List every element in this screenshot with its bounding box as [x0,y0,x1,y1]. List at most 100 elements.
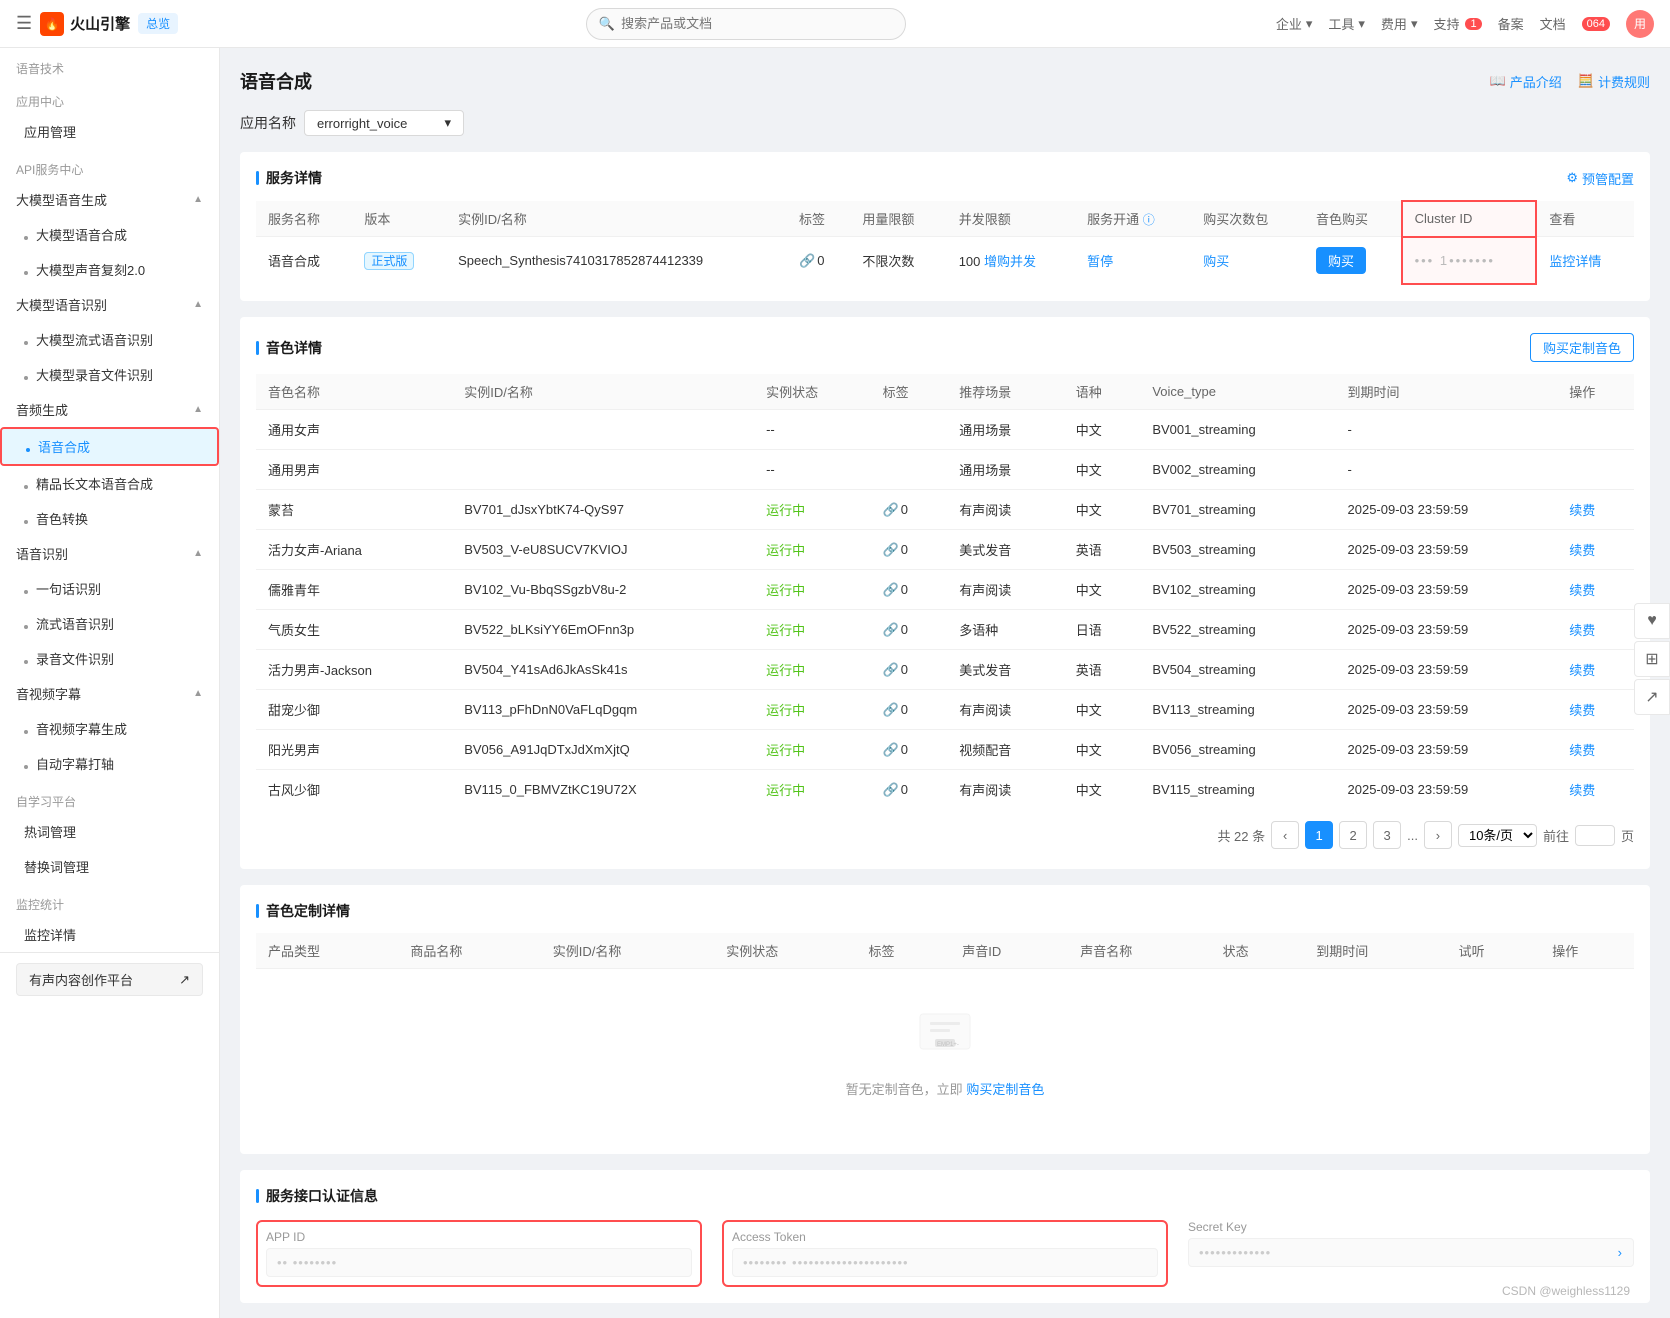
breadcrumb-tag[interactable]: 总览 [138,13,178,34]
view-monitor-link[interactable]: 监控详情 [1549,254,1601,269]
search-bar[interactable]: 🔍 [586,8,906,40]
user-avatar[interactable]: 用 [1626,10,1654,38]
app-name-select[interactable]: errorright_voice ▾ [304,110,464,136]
floating-btn-external[interactable]: ↗ [1634,679,1670,715]
renew-link[interactable]: 续费 [1569,503,1595,518]
svg-text:EMP1+-: EMP1+- [937,1042,959,1048]
td-voice-op: 续费 [1557,650,1634,690]
td-voice-op: 续费 [1557,490,1634,530]
sidebar-item-auto-subtitle[interactable]: 自动字幕打轴 [0,746,219,781]
sidebar-app-center: 应用中心 [0,81,219,114]
voice-section-header: 音色详情 购买定制音色 [256,333,1634,362]
sidebar-group-subtitles[interactable]: 音视频字幕 ▲ [0,676,219,711]
access-token-label: Access Token [732,1230,1158,1244]
th-custom-op: 操作 [1540,933,1634,969]
th-label: 标签 [787,201,850,237]
floating-btn-heart[interactable]: ♥ [1634,603,1670,639]
page-btn-3[interactable]: 3 [1373,821,1401,849]
td-voice-expiry: 2025-09-03 23:59:59 [1336,610,1558,650]
td-voice-label: 🔗0 [871,490,948,530]
renew-link[interactable]: 续费 [1569,543,1595,558]
td-voice-instance: BV102_Vu-BbqSSgzbV8u-2 [452,570,754,610]
sidebar-item-large-model-clone[interactable]: 大模型声音复刻2.0 [0,252,219,287]
search-input[interactable] [621,16,893,31]
td-voice-instance [452,410,754,450]
product-intro-link[interactable]: 📖 产品介绍 [1490,72,1562,91]
sidebar-item-file-asr[interactable]: 大模型录音文件识别 [0,357,219,392]
support-badge: 1 [1465,18,1481,30]
renew-link[interactable]: 续费 [1569,623,1595,638]
hamburger-icon[interactable]: ☰ [16,13,32,34]
sidebar-item-long-text-tts[interactable]: 精品长文本语音合成 [0,466,219,501]
sidebar-item-stream-asr[interactable]: 大模型流式语音识别 [0,322,219,357]
preview-config-btn[interactable]: ⚙ 预管配置 [1566,169,1634,188]
sidebar-item-stream-recog[interactable]: 流式语音识别 [0,606,219,641]
nav-billing[interactable]: 费用▾ [1381,14,1418,33]
td-voice-op: 续费 [1557,730,1634,770]
sidebar-item-hotword[interactable]: 热词管理 [0,814,219,849]
nav-docs[interactable]: 文档 [1540,14,1566,33]
notification-badge[interactable]: 064 [1582,17,1610,31]
audio-buy-btn[interactable]: 购买 [1316,247,1366,274]
renew-link[interactable]: 续费 [1569,783,1595,798]
page-btn-2[interactable]: 2 [1339,821,1367,849]
td-voice-scene: 有声阅读 [947,770,1064,810]
service-section-title: 服务详情 [256,168,322,188]
buy-custom-link[interactable]: 购买定制音色 [966,1082,1044,1097]
arrow-right-icon[interactable]: › [1618,1245,1623,1260]
nav-filing[interactable]: 备案 [1498,14,1524,33]
next-page-btn[interactable]: › [1424,821,1452,849]
td-voice-op: 续费 [1557,690,1634,730]
buy-custom-voice-btn[interactable]: 购买定制音色 [1530,333,1634,362]
sidebar-group-large-model-asr[interactable]: 大模型语音识别 ▲ [0,287,219,322]
renew-link[interactable]: 续费 [1569,743,1595,758]
sidebar-bottom[interactable]: 有声内容创作平台 ↗ [0,952,219,1006]
custom-voice-header: 音色定制详情 [256,901,1634,921]
sidebar-item-app-manage[interactable]: 应用管理 [0,114,219,149]
th-concurrency: 并发限额 [947,201,1075,237]
th-version: 版本 [352,201,446,237]
app-name-row: 应用名称 errorright_voice ▾ [240,110,1650,136]
per-page-select[interactable]: 10条/页 [1458,824,1537,847]
th-voice-name-col: 声音名称 [1068,933,1210,969]
th-custom-expiry: 到期时间 [1304,933,1446,969]
billing-rules-link[interactable]: 🧮 计费规则 [1578,72,1650,91]
nav-tools[interactable]: 工具▾ [1328,14,1365,33]
auth-section: 服务接口认证信息 APP ID •• •••••••• Access Token… [240,1170,1650,1303]
sidebar-item-replace[interactable]: 替换词管理 [0,849,219,884]
buy-package-link[interactable]: 购买 [1203,254,1229,269]
sidebar-item-tts-active[interactable]: 语音合成 [0,427,219,466]
renew-link[interactable]: 续费 [1569,663,1595,678]
sidebar-group-large-model-audio[interactable]: 大模型语音生成 ▲ [0,182,219,217]
sidebar-item-large-model-tts[interactable]: 大模型语音合成 [0,217,219,252]
pagination-ellipsis: ... [1407,828,1418,843]
sidebar-item-file-recog[interactable]: 录音文件识别 [0,641,219,676]
service-status-link[interactable]: 暂停 [1087,254,1113,269]
renew-link[interactable]: 续费 [1569,703,1595,718]
nav-enterprise[interactable]: 企业▾ [1276,14,1313,33]
renew-link[interactable]: 续费 [1569,583,1595,598]
top-nav-right: 企业▾ 工具▾ 费用▾ 支持 1 备案 文档 064 用 [1276,10,1654,38]
voice-table-row: 甜宠少御 BV113_pFhDnN0VaFLqDgqm 运行中 🔗0 有声阅读 … [256,690,1634,730]
custom-voice-header-row: 产品类型 商品名称 实例ID/名称 实例状态 标签 声音ID 声音名称 状态 到… [256,933,1634,969]
custom-voice-section: 音色定制详情 产品类型 商品名称 实例ID/名称 实例状态 标签 声音ID 声音… [240,885,1650,1154]
voice-table-row: 阳光男声 BV056_A91JqDTxJdXmXjtQ 运行中 🔗0 视频配音 … [256,730,1634,770]
sidebar-group-speech-recog[interactable]: 语音识别 ▲ [0,536,219,571]
sidebar-content-creation-btn[interactable]: 有声内容创作平台 ↗ [16,963,203,996]
td-voice-type: BV102_streaming [1140,570,1335,610]
page-btn-1[interactable]: 1 [1305,821,1333,849]
chevron-icon-asr: ▲ [193,299,203,310]
nav-support[interactable]: 支持 1 [1433,14,1481,33]
sidebar-item-video-subtitle[interactable]: 音视频字幕生成 [0,711,219,746]
service-info-icon[interactable]: ⓘ [1143,213,1155,227]
buy-concurrency-link[interactable]: 增购并发 [984,254,1036,269]
sidebar-item-short-recog[interactable]: 一句话识别 [0,571,219,606]
goto-page-input[interactable] [1575,825,1615,846]
floating-btn-grid[interactable]: ⊞ [1634,641,1670,677]
sidebar-item-voice-convert[interactable]: 音色转换 [0,501,219,536]
page-header: 语音合成 📖 产品介绍 🧮 计费规则 [240,68,1650,94]
sidebar-group-audio-gen[interactable]: 音频生成 ▲ [0,392,219,427]
prev-page-btn[interactable]: ‹ [1271,821,1299,849]
total-count: 共 22 条 [1217,826,1265,845]
sidebar-item-monitor-detail[interactable]: 监控详情 [0,917,219,952]
